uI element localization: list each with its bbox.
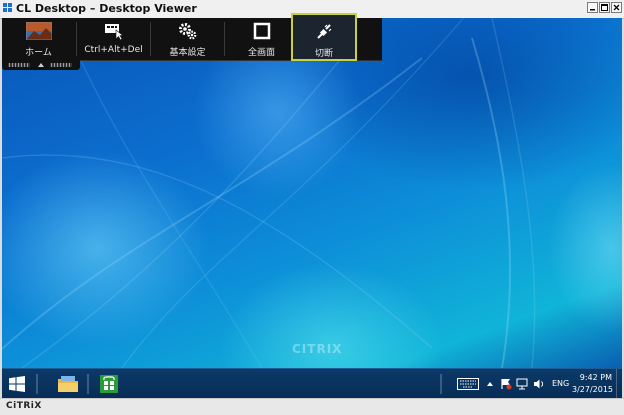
windows-start-icon[interactable] (9, 376, 25, 392)
taskbar: ENG 9:42 PM 3/27/2015 (2, 368, 622, 399)
preferences-button[interactable]: 基本設定 (151, 18, 224, 60)
window-title: CL Desktop – Desktop Viewer (16, 2, 197, 15)
toolbar-drag-handle[interactable] (2, 60, 80, 70)
minimize-button[interactable] (587, 2, 598, 13)
home-button[interactable]: ホーム (2, 18, 75, 60)
plug-disconnect-icon (317, 24, 332, 39)
grip-dots (50, 63, 72, 67)
home-label: ホーム (25, 48, 52, 58)
close-button[interactable] (611, 2, 622, 13)
action-center-flag-icon[interactable] (500, 378, 512, 390)
ctrl-alt-del-button[interactable]: Ctrl+Alt+Del (77, 18, 150, 60)
status-bar: CiTRiX (0, 398, 624, 415)
file-explorer-icon[interactable] (55, 372, 81, 396)
store-icon[interactable] (96, 372, 122, 396)
window-controls (587, 2, 622, 13)
viewer-toolbar: ホーム Ctrl+Alt+Del 基本設定 全画面 切断 (2, 13, 382, 61)
taskbar-separator (36, 374, 38, 394)
touch-keyboard-icon[interactable] (457, 378, 479, 390)
clock-date[interactable]: 3/27/2015 (572, 385, 613, 394)
citrix-logo: CiTRiX (6, 401, 42, 411)
disconnect-button[interactable]: 切断 (291, 13, 357, 61)
ctrl-alt-del-label: Ctrl+Alt+Del (84, 45, 143, 55)
gears-icon (178, 23, 196, 40)
ctrl-alt-del-icon (104, 24, 124, 40)
maximize-icon (601, 4, 608, 11)
desktop-viewer-window: CL Desktop – Desktop Viewer CITRIX ホーム C… (0, 0, 624, 415)
speaker-icon[interactable] (533, 378, 545, 390)
fullscreen-label: 全画面 (247, 48, 275, 58)
fullscreen-button[interactable]: 全画面 (225, 18, 298, 60)
fullscreen-icon (253, 22, 270, 40)
app-icon (3, 3, 12, 12)
maximize-button[interactable] (599, 2, 610, 13)
network-icon[interactable] (516, 378, 528, 390)
citrix-watermark: CITRIX (292, 342, 343, 356)
close-icon (613, 4, 620, 11)
taskbar-separator (87, 374, 89, 394)
input-language[interactable]: ENG (552, 379, 569, 388)
wallpaper-streaks (2, 18, 536, 368)
home-thumbnail-icon (25, 22, 52, 40)
chevron-up-icon[interactable] (487, 381, 493, 387)
disconnect-label: 切断 (314, 49, 333, 59)
taskbar-separator (440, 374, 442, 394)
grip-dots (8, 63, 30, 67)
show-desktop-button[interactable] (616, 369, 623, 399)
preferences-label: 基本設定 (169, 48, 206, 58)
remote-desktop[interactable]: CITRIX (2, 18, 622, 368)
clock-time[interactable]: 9:42 PM (572, 373, 612, 382)
minimize-icon (590, 9, 595, 11)
chevron-up-icon (38, 63, 44, 67)
